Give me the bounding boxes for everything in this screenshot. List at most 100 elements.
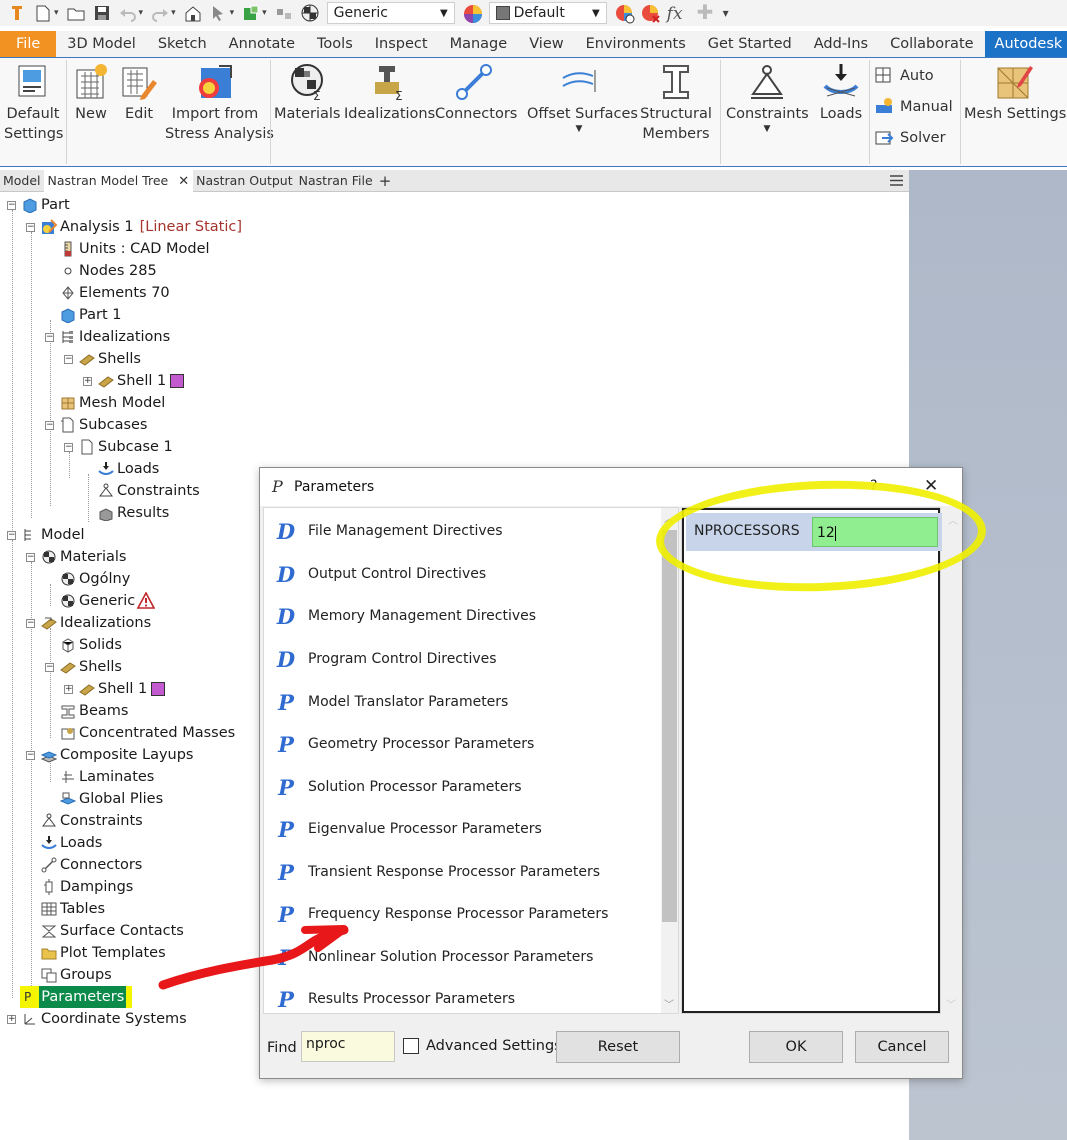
list-item-model-translator[interactable]: P Model Translator Parameters (264, 681, 660, 723)
tree-item-model[interactable]: Model (22, 524, 85, 546)
collapse-toggle[interactable]: − (45, 333, 54, 342)
tree-item-units[interactable]: Units : CAD Model (60, 238, 210, 260)
tree-item-concentrated-masses[interactable]: Concentrated Masses (60, 722, 235, 744)
select-dropdown-icon[interactable]: ▾ (230, 8, 235, 18)
tab-environments[interactable]: Environments (575, 31, 697, 57)
tree-item-surface-contacts[interactable]: Surface Contacts (41, 920, 184, 942)
collapse-toggle[interactable]: − (26, 223, 35, 232)
tree-item-model-loads[interactable]: Loads (41, 832, 102, 854)
plus-icon[interactable]: ✚ (697, 2, 715, 22)
tree-item-analysis[interactable]: Analysis 1 [Linear Static] (41, 216, 242, 238)
tab-add-ins[interactable]: Add-Ins (803, 31, 879, 57)
tree-item-connectors[interactable]: Connectors (41, 854, 142, 876)
new-dropdown-icon[interactable]: ▾ (54, 8, 59, 18)
tree-item-shell-1[interactable]: Shell 1 (98, 370, 185, 392)
scroll-down-icon[interactable]: ﹀ (946, 996, 956, 1011)
tab-view[interactable]: View (518, 31, 574, 57)
collapse-toggle[interactable]: − (7, 201, 16, 210)
appearance-icon[interactable] (463, 4, 482, 23)
constraints-button[interactable]: Constraints ▼ (726, 62, 809, 134)
tree-item-shells[interactable]: Shells (79, 348, 141, 370)
collapse-toggle[interactable]: − (26, 751, 35, 760)
scrollbar-thumb[interactable] (662, 530, 677, 922)
collapse-toggle[interactable]: − (26, 553, 35, 562)
inventor-logo-icon[interactable] (8, 4, 26, 22)
tree-item-subcase-1[interactable]: Subcase 1 (79, 436, 173, 458)
update-icon[interactable] (242, 4, 260, 22)
clear-appearance-icon[interactable] (641, 4, 660, 23)
undo-icon[interactable] (119, 4, 137, 22)
default-settings-button[interactable]: Default Settings (4, 62, 63, 144)
tab-nastran-file[interactable]: Nastran File (296, 170, 376, 192)
offset-surfaces-button[interactable]: Offset Surfaces ▼ (527, 62, 638, 134)
tree-item-groups[interactable]: Groups (41, 964, 112, 986)
advanced-settings-checkbox[interactable] (403, 1038, 419, 1054)
save-icon[interactable] (93, 4, 111, 22)
scroll-down-icon[interactable]: ﹀ (664, 996, 674, 1011)
tree-item-mesh-model[interactable]: Mesh Model (60, 392, 165, 414)
tree-item-constraints[interactable]: Constraints (98, 480, 200, 502)
list-item-frequency-response[interactable]: P Frequency Response Processor Parameter… (264, 893, 660, 935)
tab-file[interactable]: File (0, 31, 57, 57)
redo-dropdown-icon[interactable]: ▾ (171, 8, 176, 18)
new-analysis-button[interactable]: New (70, 62, 112, 124)
new-icon[interactable] (34, 4, 52, 22)
connectors-button[interactable]: Connectors (435, 62, 517, 124)
materials-button[interactable]: Σ Materials (274, 62, 340, 124)
tab-model[interactable]: Model (0, 170, 44, 192)
list-item-eigenvalue-processor[interactable]: P Eigenvalue Processor Parameters (264, 808, 660, 850)
tree-item-beams[interactable]: Beams (60, 700, 128, 722)
home-icon[interactable] (184, 4, 202, 22)
tree-item-dampings[interactable]: Dampings (41, 876, 133, 898)
tab-manage[interactable]: Manage (439, 31, 519, 57)
measure-icon[interactable] (275, 4, 293, 22)
list-scrollbar[interactable]: ︿ ﹀ (661, 508, 678, 1013)
tab-get-started[interactable]: Get Started (697, 31, 803, 57)
cancel-button[interactable]: Cancel (855, 1031, 949, 1063)
tree-item-materials[interactable]: Materials (41, 546, 126, 568)
tree-item-global-plies[interactable]: Global Plies (59, 788, 163, 810)
list-item-file-management[interactable]: D File Management Directives (264, 510, 660, 552)
appearance-select[interactable]: Default ▼ (488, 2, 607, 24)
style-select[interactable]: Generic ▼ (326, 2, 455, 24)
tree-item-nodes[interactable]: Nodes 285 (60, 260, 157, 282)
tree-item-laminates[interactable]: Laminates (60, 766, 154, 788)
offset-surfaces-dropdown-icon[interactable]: ▼ (527, 124, 631, 134)
constraints-dropdown-icon[interactable]: ▼ (726, 124, 808, 134)
tree-item-plot-templates[interactable]: Plot Templates (41, 942, 166, 964)
tree-item-model-shell-1[interactable]: Shell 1 (79, 678, 166, 700)
auto-mesh-button[interactable]: Auto (874, 66, 934, 86)
hamburger-menu-icon[interactable] (889, 173, 904, 188)
tab-nastran-model-tree[interactable]: Nastran Model Tree ✕ (43, 169, 194, 192)
tree-item-generic[interactable]: Generic (60, 590, 156, 612)
idealizations-button[interactable]: Σ Idealizations (344, 62, 435, 124)
tab-inspect[interactable]: Inspect (364, 31, 439, 57)
ok-button[interactable]: OK (749, 1031, 843, 1063)
list-item-geometry-processor[interactable]: P Geometry Processor Parameters (264, 723, 660, 765)
find-input[interactable]: nproc (301, 1031, 395, 1062)
loads-button[interactable]: Loads (814, 62, 868, 124)
tree-item-elements[interactable]: Elements 70 (60, 282, 170, 304)
tree-item-composite-layups[interactable]: Composite Layups (40, 744, 194, 766)
tab-sketch[interactable]: Sketch (147, 31, 218, 57)
collapse-toggle[interactable]: − (45, 663, 54, 672)
tree-item-tables[interactable]: Tables (41, 898, 105, 920)
solver-button[interactable]: Solver (874, 128, 946, 148)
tree-item-part[interactable]: Part (22, 194, 70, 216)
update-dropdown-icon[interactable]: ▾ (262, 8, 267, 18)
tree-item-model-idealizations[interactable]: Idealizations (41, 612, 151, 634)
tree-item-subcases[interactable]: Subcases (60, 414, 148, 436)
material-sphere-icon[interactable] (301, 4, 319, 22)
list-item-nonlinear-solution[interactable]: P Nonlinear Solution Processor Parameter… (264, 936, 660, 978)
list-item-results-processor[interactable]: P Results Processor Parameters (264, 978, 660, 1013)
customize-icon[interactable]: ▾ (723, 6, 729, 20)
expand-toggle[interactable]: + (64, 685, 73, 694)
add-tab-icon[interactable]: + (376, 170, 395, 192)
tree-item-model-constraints[interactable]: Constraints (41, 810, 143, 832)
fx-parameters-icon[interactable]: fx (667, 4, 689, 24)
list-item-memory-management[interactable]: D Memory Management Directives (264, 595, 660, 637)
collapse-toggle[interactable]: − (64, 443, 73, 452)
expand-toggle[interactable]: + (7, 1015, 16, 1024)
tab-nastran-output[interactable]: Nastran Output (193, 170, 296, 192)
tree-item-loads[interactable]: Loads (98, 458, 159, 480)
